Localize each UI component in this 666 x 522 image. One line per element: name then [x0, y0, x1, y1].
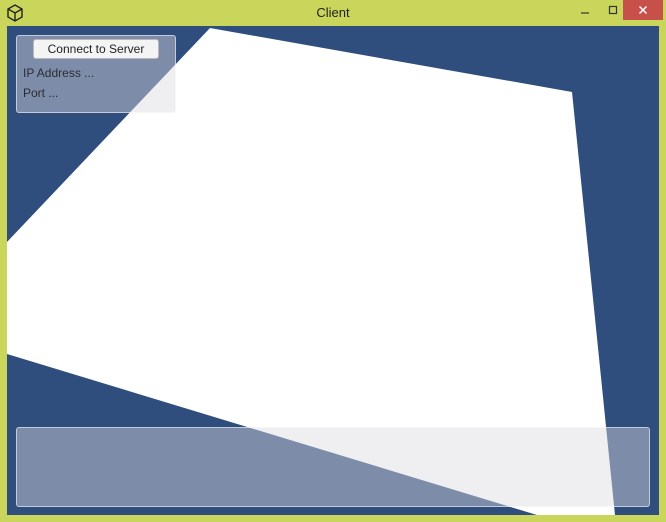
app-window: Client Connect to Server IP Address ... … [0, 0, 666, 522]
window-title: Client [316, 5, 350, 20]
maximize-icon [608, 5, 618, 15]
minimize-button[interactable] [572, 0, 598, 20]
minimize-icon [581, 12, 589, 14]
close-icon [638, 5, 648, 15]
console-output-area[interactable] [16, 427, 650, 507]
title-bar[interactable]: Client [0, 0, 666, 26]
game-viewport[interactable]: Connect to Server IP Address ... Port ..… [7, 26, 659, 515]
port-field[interactable]: Port ... [23, 86, 58, 100]
connect-to-server-button[interactable]: Connect to Server [33, 39, 159, 59]
connection-panel: Connect to Server IP Address ... Port ..… [16, 35, 176, 113]
close-button[interactable] [623, 0, 663, 20]
ip-address-field[interactable]: IP Address ... [23, 66, 94, 80]
